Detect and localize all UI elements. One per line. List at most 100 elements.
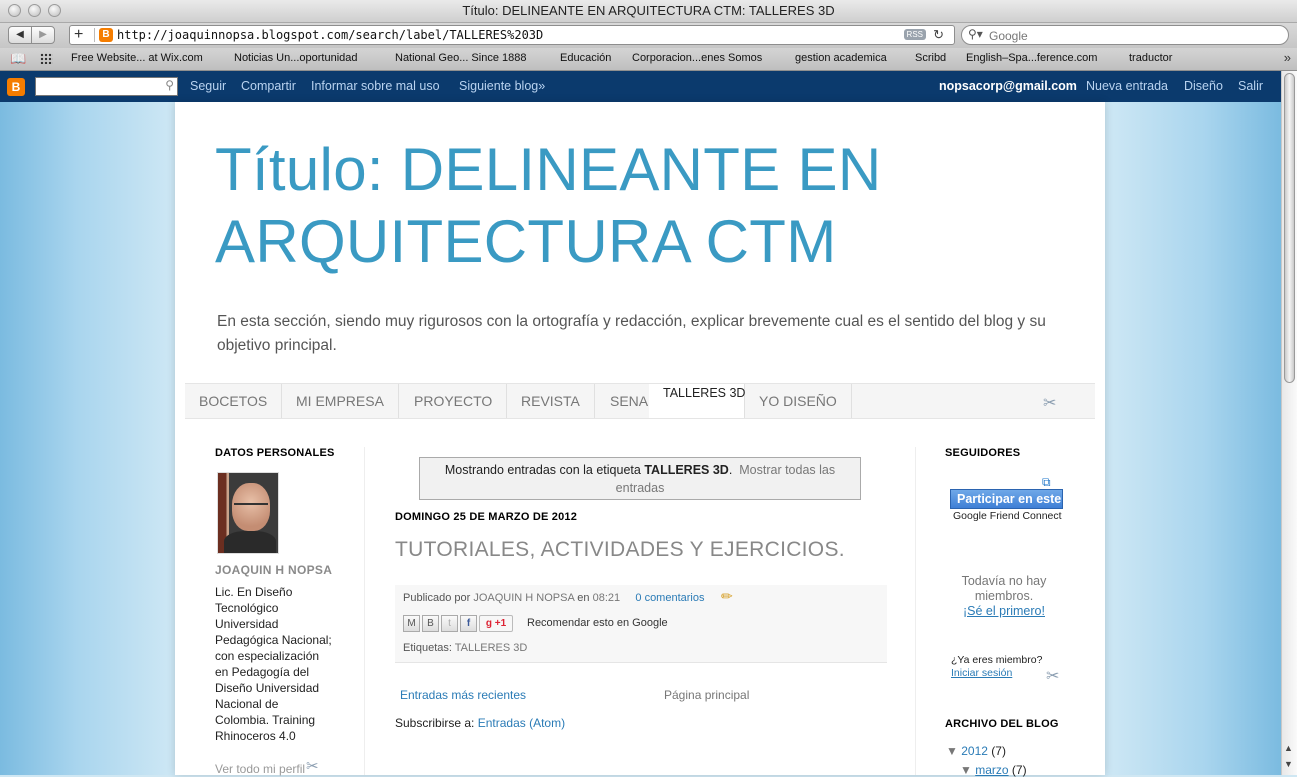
followers-heading: SEGUIDORES — [945, 447, 1021, 459]
join-site-button[interactable]: Participar en este sitio — [950, 489, 1063, 509]
twitter-share-icon[interactable]: t — [441, 615, 458, 632]
labels-prefix: Etiquetas: — [403, 642, 452, 654]
atom-feed-link[interactable]: Entradas (Atom) — [478, 716, 565, 730]
recommend-google-text: Recomendar esto en Google — [527, 617, 668, 629]
label-notice-name: TALLERES 3D — [644, 463, 729, 477]
tab-bocetos[interactable]: BOCETOS — [185, 384, 283, 418]
avatar-glasses — [234, 503, 268, 509]
plus-one-label: +1 — [494, 618, 507, 629]
tab-mi-empresa[interactable]: MI EMPRESA — [282, 384, 399, 418]
scroll-up-arrow-icon[interactable]: ▲ — [1284, 743, 1293, 753]
published-at-label: en — [577, 592, 590, 604]
archive-year-link[interactable]: 2012 — [961, 744, 988, 758]
bookmark-item[interactable]: Scribd — [915, 52, 946, 64]
tab-proyecto[interactable]: PROYECTO — [400, 384, 508, 418]
bookmark-item[interactable]: gestion academica — [795, 52, 887, 64]
navbar-design-link[interactable]: Diseño — [1184, 79, 1223, 93]
reload-icon[interactable]: ↻ — [933, 27, 944, 43]
blog-description: En esta sección, siendo muy rigurosos co… — [217, 313, 1046, 354]
scroll-down-arrow-icon[interactable]: ▼ — [1284, 759, 1293, 769]
navbar-report-link[interactable]: Informar sobre mal uso — [311, 79, 440, 93]
post-author-link[interactable]: JOAQUIN H NOPSA — [473, 592, 574, 604]
navbar-signout-link[interactable]: Salir — [1238, 79, 1263, 93]
no-members-text: Todavía no hay miembros. — [961, 574, 1047, 603]
back-arrow-icon: ◀ — [16, 29, 24, 40]
subscribe-prefix: Subscribirse a: — [395, 716, 475, 730]
vertical-scrollbar[interactable]: ▲ ▼ — [1281, 71, 1297, 775]
profile-name-link[interactable]: JOAQUIN H NOPSA — [215, 563, 332, 577]
wrench-screwdriver-icon[interactable]: ✂ — [1046, 666, 1059, 686]
forward-arrow-icon: ▶ — [39, 29, 47, 40]
tab-yo-diseno[interactable]: YO DISEÑO — [745, 384, 852, 418]
navbar-new-post-link[interactable]: Nueva entrada — [1086, 79, 1168, 93]
newer-posts-link[interactable]: Entradas más recientes — [400, 688, 526, 702]
profile-heading: DATOS PERSONALES — [215, 447, 335, 459]
comments-link[interactable]: 0 comentarios — [635, 592, 704, 604]
column-divider — [915, 447, 916, 775]
blog-content: Título: DELINEANTE EN ARQUITECTURA CTM E… — [175, 102, 1105, 777]
profile-bio: Lic. En Diseño Tecnológico Universidad P… — [215, 585, 332, 743]
address-separator — [94, 28, 95, 42]
blogger-logo-icon[interactable]: B — [7, 78, 25, 96]
blogger-favicon-icon: B — [99, 28, 113, 42]
wrench-screwdriver-icon[interactable]: ✂ — [306, 757, 319, 775]
subscribe-line: Subscribirse a: Entradas (Atom) — [395, 716, 565, 730]
post-date: DOMINGO 25 DE MARZO DE 2012 — [395, 511, 578, 523]
back-button[interactable]: ◀ — [8, 26, 32, 44]
bookmark-item[interactable]: Noticias Un...oportunidad — [234, 52, 358, 64]
wrench-screwdriver-icon[interactable]: ✂ — [1043, 393, 1056, 413]
be-first-link[interactable]: ¡Sé el primero! — [945, 604, 1063, 618]
column-divider — [364, 447, 365, 775]
email-share-icon[interactable]: M — [403, 615, 420, 632]
bookmark-item[interactable]: English–Spa...ference.com — [966, 52, 1097, 64]
window-titlebar: Título: DELINEANTE EN ARQUITECTURA CTM: … — [0, 0, 1297, 23]
tab-talleres-3d[interactable]: TALLERES 3D — [649, 384, 745, 418]
bookmark-item[interactable]: traductor — [1129, 52, 1172, 64]
archive-year-count: (7) — [991, 744, 1006, 758]
navbar-next-blog-link[interactable]: Siguiente blog» — [459, 79, 545, 93]
triangle-down-icon[interactable]: ▼ — [946, 744, 958, 758]
address-bar[interactable]: + B http://joaquinnopsa.blogspot.com/sea… — [69, 25, 955, 45]
browser-toolbar: ◀ ▶ + B http://joaquinnopsa.blogspot.com… — [0, 23, 1297, 48]
view-profile-link[interactable]: Ver todo mi perfil — [215, 762, 305, 776]
rss-button[interactable]: RSS — [903, 29, 926, 40]
blog-search-input[interactable]: ⚲ — [35, 77, 178, 96]
bookmark-item[interactable]: National Geo... Since 1888 — [395, 52, 526, 64]
popup-window-icon[interactable]: ⧉ — [1042, 475, 1051, 490]
overflow-chevron-icon[interactable]: » — [1284, 50, 1291, 65]
sign-in-link[interactable]: Iniciar sesión — [951, 667, 1012, 679]
published-by-label: Publicado por — [403, 592, 471, 604]
blogger-share-icon[interactable]: B — [422, 615, 439, 632]
search-magnifier-icon[interactable]: ⚲ — [165, 78, 174, 92]
google-search-field[interactable]: ⚲▾ Google — [961, 25, 1289, 45]
tab-revista[interactable]: REVISTA — [507, 384, 595, 418]
url-text[interactable]: http://joaquinnopsa.blogspot.com/search/… — [117, 28, 543, 42]
forward-button[interactable]: ▶ — [31, 26, 55, 44]
already-member-text: ¿Ya eres miembro? — [951, 654, 1043, 666]
avatar-shirt — [224, 531, 276, 553]
navbar-follow-link[interactable]: Seguir — [190, 79, 226, 93]
post-time-link[interactable]: 08:21 — [593, 592, 621, 604]
avatar[interactable] — [217, 472, 279, 554]
home-page-link[interactable]: Página principal — [664, 688, 749, 702]
add-bookmark-icon[interactable]: + — [74, 26, 83, 44]
blogger-navbar: B ⚲ Seguir Compartir Informar sobre mal … — [0, 71, 1281, 102]
bookmark-item[interactable]: Free Website... at Wix.com — [71, 52, 203, 64]
blog-title[interactable]: Título: DELINEANTE EN ARQUITECTURA CTM — [215, 134, 975, 278]
archive-year-item[interactable]: ▼ 2012 (7) — [946, 744, 1006, 758]
post-byline: Publicado por JOAQUIN H NOPSA en 08:21 0… — [403, 592, 704, 604]
navbar-share-link[interactable]: Compartir — [241, 79, 296, 93]
google-plus-one-button[interactable]: g +1 — [479, 615, 513, 632]
bookmark-item[interactable]: Educación — [560, 52, 611, 64]
facebook-share-icon[interactable]: f — [460, 615, 477, 632]
bookmark-item[interactable]: Corporacion...enes Somos — [632, 52, 762, 64]
pencil-edit-icon[interactable]: ✏ — [721, 588, 733, 605]
label-notice-prefix: Mostrando entradas con la etiqueta — [444, 463, 641, 477]
top-sites-grid-icon[interactable] — [40, 53, 53, 64]
bookmarks-book-icon[interactable]: 📖 — [10, 51, 26, 67]
window-title: Título: DELINEANTE EN ARQUITECTURA CTM: … — [462, 3, 835, 18]
post-label-link[interactable]: TALLERES 3D — [455, 642, 528, 654]
post-title[interactable]: TUTORIALES, ACTIVIDADES Y EJERCICIOS. — [395, 538, 845, 562]
post-footer: Publicado por JOAQUIN H NOPSA en 08:21 0… — [395, 585, 887, 663]
scroll-thumb[interactable] — [1284, 73, 1295, 383]
